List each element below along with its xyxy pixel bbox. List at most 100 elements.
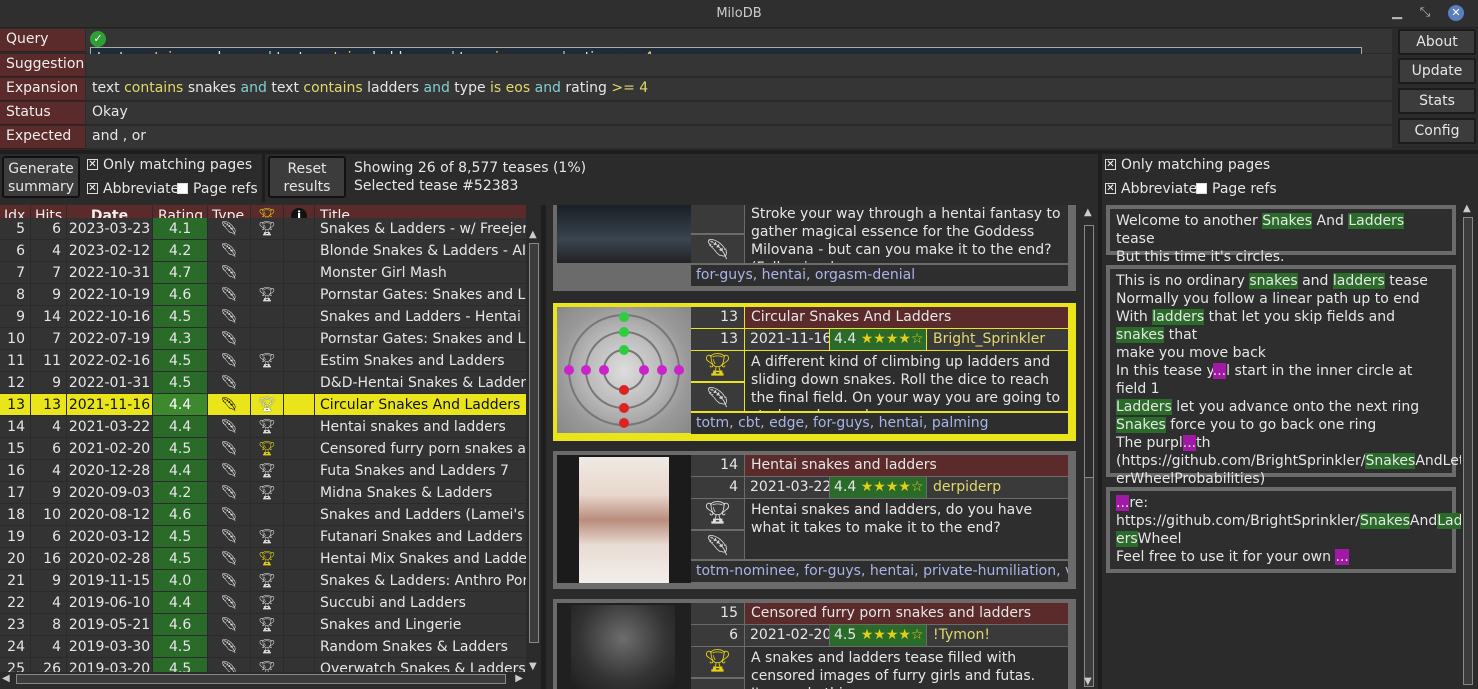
chevron-up-icon[interactable]: ▲ [529,229,537,240]
card-author[interactable]: Bright_Sprinkler [927,329,1068,350]
cell-date: 2022-10-19 [67,284,153,306]
tag-link[interactable]: for-guys, [813,415,879,431]
tease-card[interactable]: 15 Censored furry porn snakes and ladder… [553,599,1076,689]
table-row[interactable]: 22 4 2019-06-10 4.4 🪶︎ 🏆︎ Succubi and Ladders [0,592,527,614]
right-only-matching-checkbox[interactable]: ✕ Only matching pages [1105,157,1270,173]
cell-rating: 4.4 [153,394,208,416]
table-hscrollbar[interactable]: ◀ ▶ [0,672,527,686]
table-row[interactable]: 8 9 2022-10-19 4.6 🪶︎ 🏆︎ Pornstar Gates: Snake… [0,284,527,306]
table-row[interactable]: 7 7 2022-10-31 4.7 🪶︎ Monster Girl Mash [0,262,527,284]
ellipsis-marker[interactable]: ... [1182,435,1197,451]
tag-link[interactable]: totm, [696,415,738,431]
right-abbreviate-checkbox[interactable]: ✕ Abbreviate [1105,181,1197,197]
cards-scroll-thumb[interactable] [1084,477,1094,687]
chevron-left-icon[interactable]: ◀ [2,673,10,684]
tag-link[interactable]: verbal-h [1065,563,1068,579]
splitter[interactable] [1098,154,1102,689]
hscroll-thumb[interactable] [16,674,506,684]
generate-summary-button[interactable]: Generate summary [2,156,80,198]
tag-link[interactable]: edge, [769,415,813,431]
table-row-selected[interactable]: 13 13 2021-11-16 4.4 🪶︎ 🏆︎ Circular Snakes And… [0,394,527,416]
table-row[interactable]: 11 11 2022-02-16 4.5 🪶︎ 🏆︎ Estim Snakes and La… [0,350,527,372]
cell-hits: 6 [31,438,67,460]
update-button[interactable]: Update [1398,58,1476,84]
cell-idx: 17 [0,482,31,504]
config-button[interactable]: Config [1398,118,1476,144]
tag-link[interactable]: hentai, [762,267,815,283]
summary-line: In this tease y...l start in the inner c… [1116,362,1446,398]
table-row[interactable]: 24 4 2019-03-30 4.5 🪶︎ 🏆︎ Random Snakes & Ladd… [0,636,527,658]
tag-link[interactable]: hentai, [870,563,923,579]
tease-card[interactable]: 🪶︎ Stroke your way through a hentai fant… [553,205,1076,291]
card-rating: 4.4 ★★★★☆ [830,329,926,350]
chevron-up-icon[interactable]: ▲ [1463,203,1471,214]
table-row[interactable]: 17 9 2020-09-03 4.2 🪶︎ 🏆︎ Midna Snakes & Ladde… [0,482,527,504]
expected-label: Expected [0,126,85,149]
table-row[interactable]: 19 6 2020-03-12 4.5 🪶︎ 🏆︎ Futanari Snakes and … [0,526,527,548]
card-title[interactable]: Circular Snakes And Ladders [745,307,1068,328]
cell-idx: 10 [0,328,31,350]
card-author[interactable]: derpiderp [927,477,1068,498]
ellipsis-marker[interactable]: ... [1335,549,1349,565]
table-scrollbar[interactable]: ▲ ▼ [527,229,541,672]
reset-results-button[interactable]: Reset results [268,156,346,198]
table-row[interactable]: 10 7 2022-07-19 4.3 🪶︎ Pornstar Gates: Snakes… [0,328,527,350]
minimize-icon[interactable]: ▁ [1388,4,1406,22]
table-row[interactable]: 14 4 2021-03-22 4.4 🪶︎ 🏆︎ Hentai snakes and la… [0,416,527,438]
tag-link[interactable]: for-guys, [696,267,762,283]
tag-link[interactable]: cbt, [738,415,769,431]
cell-hits: 14 [31,306,67,328]
only-matching-pages-checkbox[interactable]: ✕ Only matching pages [87,157,252,173]
table-row[interactable]: 16 4 2020-12-28 4.4 🪶︎ 🏆︎ Futa Snakes and Ladd… [0,460,527,482]
right-page-refs-checkbox[interactable]: Page refs [1196,181,1277,197]
chevron-down-icon[interactable]: ▼ [529,661,537,672]
tease-card[interactable]: 14 Hentai snakes and ladders 4 2021-03-2… [553,451,1076,589]
page-refs-checkbox[interactable]: Page refs [177,181,258,197]
tag-link[interactable]: palming [932,415,989,431]
close-icon[interactable]: ✕ [1448,5,1464,21]
cell-idx: 11 [0,350,31,372]
cards-scrollbar[interactable]: ▲ ▼ [1082,205,1096,689]
summary-line: This is no ordinary snakes and ladders t… [1116,272,1446,290]
card-author[interactable]: !Tymon! [927,625,1068,646]
stats-button[interactable]: Stats [1398,88,1476,114]
about-button[interactable]: About [1398,29,1476,55]
feather-icon: 🪶︎ [208,394,251,416]
table-row[interactable]: 15 6 2021-02-20 4.5 🪶︎ 🏆︎ Censored furry porn … [0,438,527,460]
table-scroll-thumb[interactable] [529,243,539,643]
tag-link[interactable]: for-guys, [804,563,870,579]
chevron-right-icon[interactable]: ▶ [515,673,523,684]
tag-link[interactable]: totm-nominee, [696,563,804,579]
summary-scrollbar[interactable]: ▲ [1461,201,1475,689]
card-title[interactable]: Hentai snakes and ladders [745,455,1068,476]
restore-icon[interactable]: ⤡ [1416,4,1434,22]
abbreviate-checkbox[interactable]: ✕ Abbreviate [87,181,179,197]
table-row[interactable]: 23 8 2019-05-21 4.6 🪶︎ 🏆︎ Snakes and Lingerie [0,614,527,636]
table-row[interactable]: 6 4 2023-02-12 4.2 🪶︎ Blonde Snakes & Ladders… [0,240,527,262]
tease-card-selected[interactable]: 13 Circular Snakes And Ladders 13 2021-1… [553,303,1076,441]
feather-icon: 🪶︎ [208,636,251,658]
cell-date: 2023-02-12 [67,240,153,262]
tag-link[interactable]: hentai, [879,415,932,431]
table-row[interactable]: 5 6 2023-03-23 4.1 🪶︎ 🏆︎ Snakes & Ladders - w/… [0,218,527,240]
tag-link[interactable]: orgasm-denial [815,267,915,283]
tag-link[interactable]: private-humiliation, [923,563,1065,579]
table-row[interactable]: 20 16 2020-02-28 4.5 🪶︎ 🏆︎ Hentai Mix Snakes a… [0,548,527,570]
ellipsis-marker[interactable]: ... [1212,363,1227,379]
table-row[interactable]: 12 9 2022-01-31 4.5 🪶︎ D&D-Hentai Snakes & La… [0,372,527,394]
table-row[interactable]: 9 14 2022-10-16 4.5 🪶︎ Snakes and Ladders - H… [0,306,527,328]
table-row[interactable]: 21 9 2019-11-15 4.0 🪶︎ 🏆︎ Snakes & Ladders: An… [0,570,527,592]
cell-title: Hentai Mix Snakes and Ladders: [315,548,527,570]
feather-icon: 🪶︎ [691,383,744,411]
table-row[interactable]: 18 10 2020-08-12 4.6 🪶︎ Snakes and Ladders (L… [0,504,527,526]
trophy-icon: 🏆︎ [691,647,744,677]
cell-date: 2021-03-22 [67,416,153,438]
table-row[interactable]: 25 26 2019-03-20 4.5 🪶︎ 🏆︎ Overwatch Snakes & … [0,658,527,672]
title-bar: MiloDB ▁ ⤡ ✕ [0,0,1478,28]
splitter[interactable] [541,205,546,689]
card-title[interactable]: Censored furry porn snakes and ladders [745,603,1068,624]
summary-scroll-thumb[interactable] [1463,217,1473,685]
chevron-up-icon[interactable]: ▲ [1084,207,1092,218]
chevron-down-icon[interactable]: ▼ [1084,676,1092,687]
ellipsis-marker[interactable]: ... [1116,495,1130,511]
